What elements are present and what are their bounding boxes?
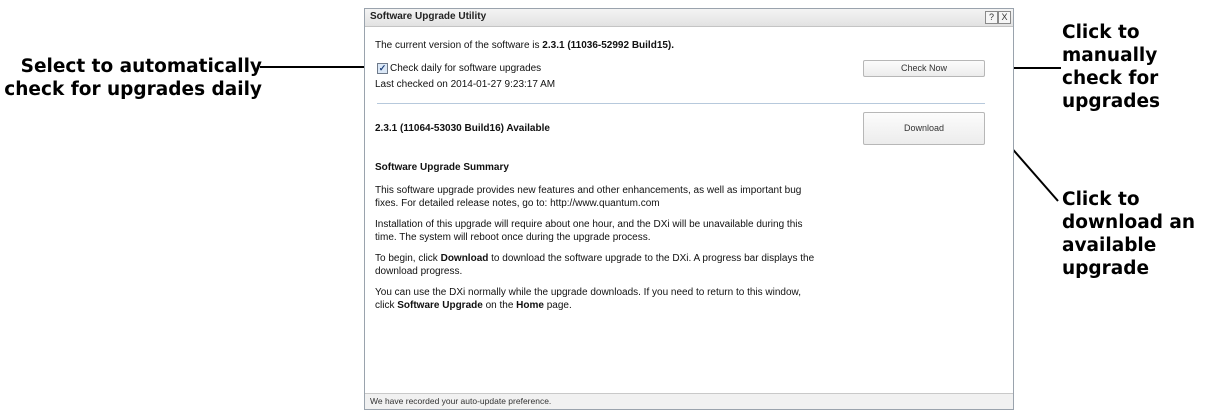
dialog-content: The current version of the software is 2… (375, 26, 1003, 393)
annotation-auto-check: Select to automatically check for upgrad… (0, 55, 262, 101)
annotation-download: Click to download an available upgrade (1062, 188, 1207, 280)
para4-text: on the (482, 300, 517, 311)
annotation-line: check for upgrades daily (4, 79, 262, 100)
annotation-line: upgrade (1062, 258, 1150, 279)
last-checked-text: Last checked on 2014-01-27 9:23:17 AM (375, 79, 556, 90)
download-button[interactable]: Download (863, 112, 985, 145)
check-daily-label[interactable]: Check daily for software upgrades (390, 63, 541, 74)
status-text: We have recorded your auto-update prefer… (370, 396, 552, 406)
annotation-line: download an (1062, 212, 1196, 233)
summary-heading: Software Upgrade Summary (375, 162, 509, 173)
dialog-titlebar: Software Upgrade Utility ? X (365, 9, 1013, 27)
summary-paragraph-3: To begin, click Download to download the… (375, 252, 815, 278)
para3-text: To begin, click (375, 253, 441, 264)
summary-paragraph-4: You can use the DXi normally while the u… (375, 286, 815, 312)
para4-home-emphasis: Home (516, 300, 544, 311)
dialog-title: Software Upgrade Utility (370, 11, 487, 22)
summary-paragraph-2: Installation of this upgrade will requir… (375, 219, 803, 243)
para3-download-emphasis: Download (440, 253, 489, 264)
check-now-button[interactable]: Check Now (863, 60, 985, 77)
close-icon[interactable]: X (998, 11, 1011, 24)
current-version-prefix: The current version of the software is (375, 40, 543, 51)
leader-line-auto-check (260, 66, 371, 68)
check-daily-checkbox[interactable]: ✓ (377, 63, 388, 74)
annotation-line: check for (1062, 68, 1159, 89)
help-icon[interactable]: ? (985, 11, 998, 24)
annotation-line: manually (1062, 45, 1158, 66)
para4-text: page. (543, 300, 572, 311)
current-version-value: 2.3.1 (11036-52992 Build15). (542, 40, 675, 51)
annotation-line: Select to automatically (20, 56, 262, 77)
annotation-line: Click to (1062, 189, 1140, 210)
annotation-line: available (1062, 235, 1157, 256)
annotation-check-now: Click to manually check for upgrades (1062, 21, 1202, 113)
current-version-text: The current version of the software is 2… (375, 40, 674, 51)
summary-paragraph-1: This software upgrade provides new featu… (375, 185, 802, 209)
para4-software-upgrade-emphasis: Software Upgrade (397, 300, 483, 311)
annotation-line: upgrades (1062, 91, 1161, 112)
status-bar: We have recorded your auto-update prefer… (365, 393, 1013, 409)
software-upgrade-dialog: Software Upgrade Utility ? X The current… (364, 8, 1014, 410)
annotation-line: Click to (1062, 22, 1140, 43)
separator (377, 103, 985, 104)
available-version-text: 2.3.1 (11064-53030 Build16) Available (375, 123, 550, 134)
